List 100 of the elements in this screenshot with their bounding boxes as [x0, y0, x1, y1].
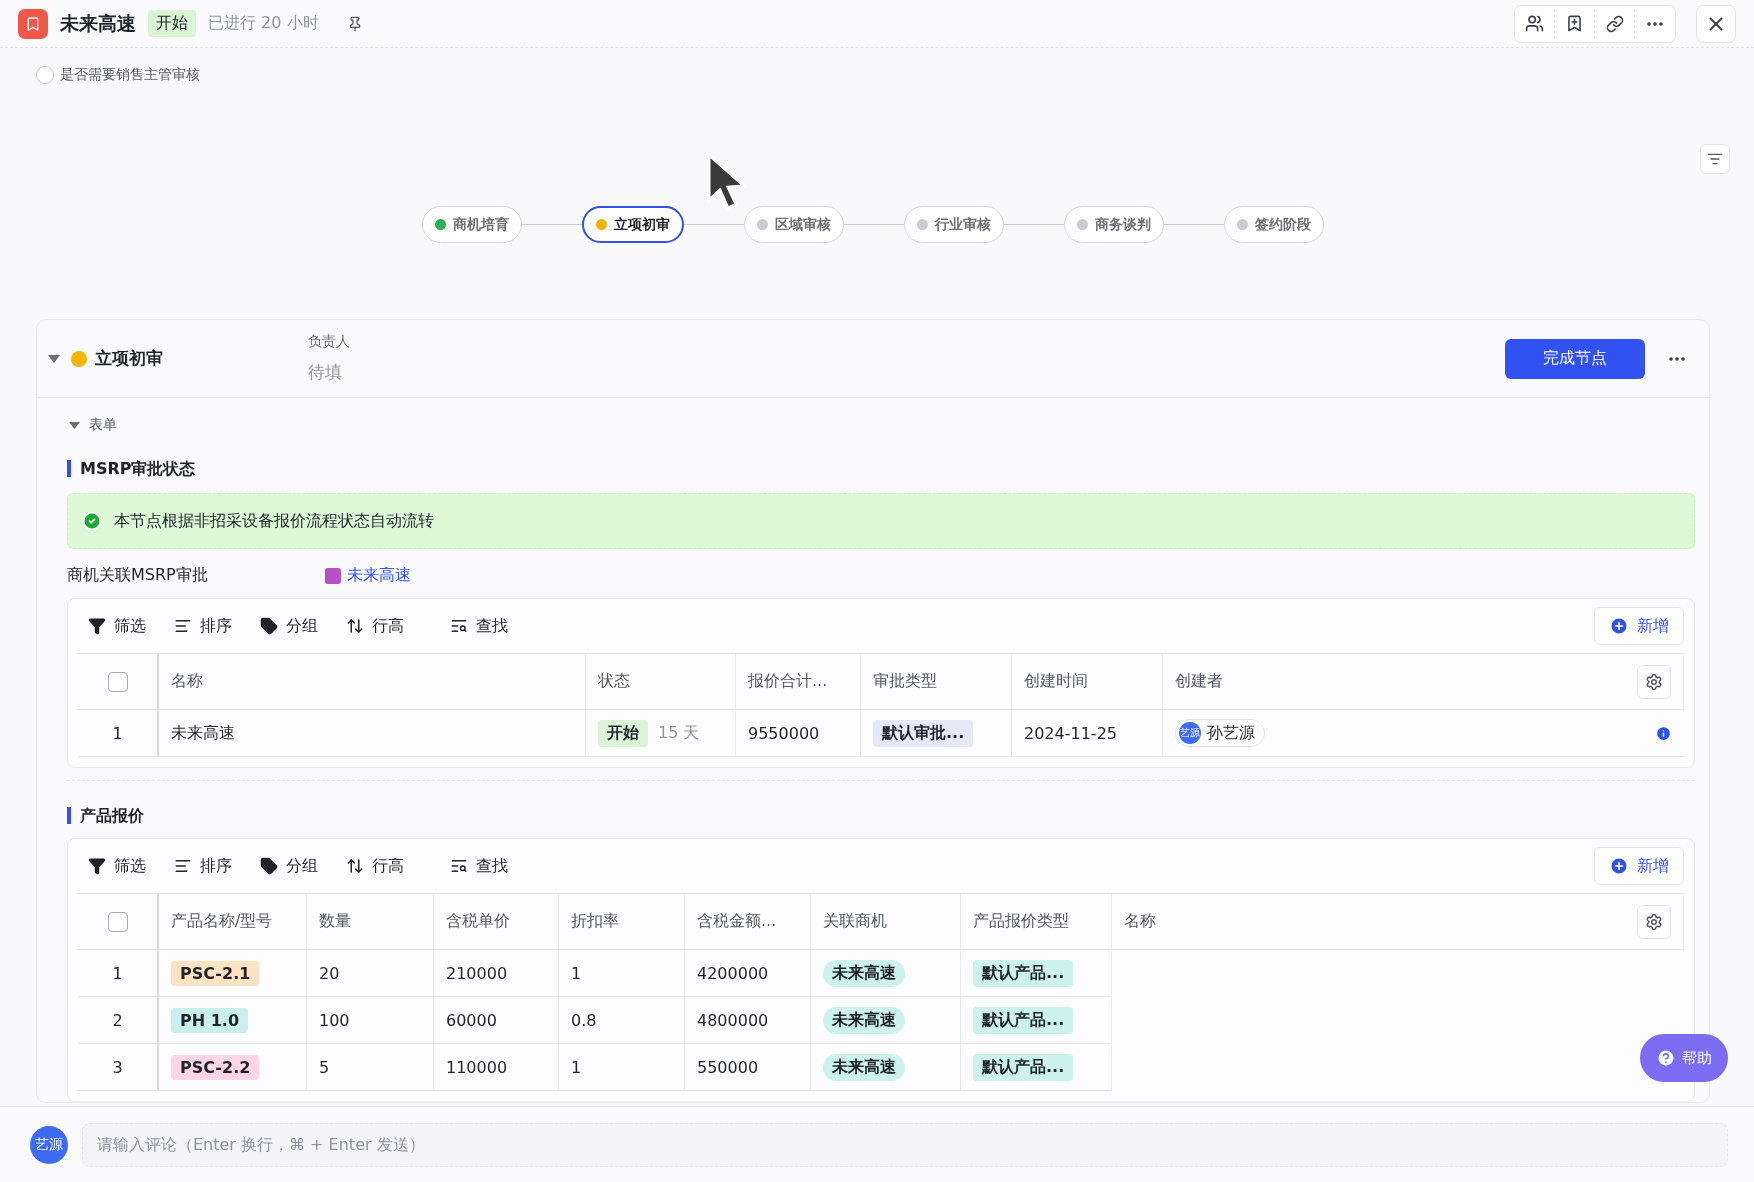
- row-number: 1: [78, 950, 159, 997]
- more-icon: [1669, 356, 1685, 361]
- complete-node-button[interactable]: 完成节点: [1505, 338, 1645, 379]
- close-button[interactable]: [1696, 4, 1736, 43]
- section-title: MSRP审批状态: [67, 460, 1695, 477]
- filter-button[interactable]: 筛选: [88, 855, 146, 877]
- table-cell: 5: [307, 1044, 434, 1091]
- arrows-icon: [346, 857, 364, 875]
- column-header: 数量: [319, 911, 351, 932]
- find-button[interactable]: 查找: [450, 855, 508, 877]
- type-tag: 默认审批...: [873, 719, 974, 747]
- table-cell: 未来高速: [159, 710, 586, 757]
- stage-pill[interactable]: 签约阶段: [1224, 206, 1324, 243]
- column-header: 含税金额...: [697, 911, 777, 932]
- status-tag: 开始: [148, 10, 196, 37]
- sort-button[interactable]: 排序: [174, 855, 232, 877]
- group-button[interactable]: 分组: [260, 615, 318, 637]
- column-header: 名称: [171, 671, 203, 692]
- group-button[interactable]: 分组: [260, 855, 318, 877]
- search-icon: [450, 617, 468, 635]
- find-button[interactable]: 查找: [450, 615, 508, 637]
- sort-button[interactable]: 排序: [174, 615, 232, 637]
- table-cell: 1: [559, 1044, 685, 1091]
- row-height-button[interactable]: 行高: [346, 855, 404, 877]
- checkbox-label: 是否需要销售主管审核: [60, 66, 200, 84]
- table-cell: 9550000: [736, 710, 861, 757]
- lines-icon: [174, 857, 192, 875]
- column-header: 含税单价: [446, 911, 510, 932]
- radio-checkbox[interactable]: [36, 66, 54, 84]
- row-number: 3: [78, 1044, 159, 1091]
- column-header: 创建者: [1175, 671, 1223, 692]
- funnel-icon: [88, 857, 106, 875]
- opportunity-tag: 未来高速: [823, 1006, 905, 1034]
- record-title: 未来高速: [60, 10, 136, 36]
- column-header: 产品名称/型号: [171, 911, 273, 932]
- settings-button[interactable]: [1637, 664, 1671, 699]
- more-icon: [1647, 21, 1663, 26]
- bookmark-icon: [25, 15, 41, 32]
- row-height-button[interactable]: 行高: [346, 615, 404, 637]
- duration-text: 15 天: [658, 722, 700, 744]
- row-number: 1: [78, 710, 159, 757]
- table-cell: 4200000: [685, 950, 811, 997]
- table-cell: 20: [307, 950, 434, 997]
- stage-pill[interactable]: 商机培育: [422, 206, 522, 243]
- notice-text: 本节点根据非招采设备报价流程状态自动流转: [114, 510, 434, 532]
- column-header: 报价合计...: [748, 671, 828, 692]
- record-link[interactable]: 未来高速: [325, 565, 411, 586]
- stage-pill[interactable]: 行业审核: [904, 206, 1004, 243]
- add-button[interactable]: 新增: [1594, 847, 1684, 885]
- checkbox[interactable]: [107, 911, 128, 932]
- add-button[interactable]: 新增: [1594, 607, 1684, 645]
- filter-button[interactable]: 筛选: [88, 615, 146, 637]
- bookmark-plus-icon: [1565, 14, 1584, 33]
- type-tag: 默认产品...: [973, 959, 1074, 987]
- table-cell: 210000: [434, 950, 559, 997]
- user-avatar: 艺源: [30, 1125, 68, 1164]
- product-tag: PH 1.0: [171, 1007, 249, 1033]
- lines-icon: [174, 617, 192, 635]
- table-cell: 60000: [434, 997, 559, 1044]
- link-icon: [1605, 14, 1624, 33]
- help-button[interactable]: 帮助: [1640, 1034, 1728, 1082]
- table-cell: 0.8: [559, 997, 685, 1044]
- search-icon: [450, 857, 468, 875]
- gear-icon: [1645, 912, 1663, 931]
- opportunity-tag: 未来高速: [823, 1053, 905, 1081]
- user-avatar: 艺源: [1179, 722, 1201, 744]
- tag-icon: [260, 857, 278, 875]
- table-cell: 550000: [685, 1044, 811, 1091]
- help-icon: [1656, 1048, 1676, 1068]
- gear-icon: [1645, 672, 1663, 691]
- checkbox[interactable]: [107, 671, 128, 692]
- record-icon: [325, 567, 341, 584]
- info-icon[interactable]: [1655, 724, 1672, 742]
- column-header: 名称: [1124, 911, 1156, 932]
- owner-label: 负责人: [308, 333, 350, 351]
- comment-input[interactable]: 请输入评论（Enter 换行，⌘ + Enter 发送）: [82, 1122, 1728, 1167]
- form-label: 表单: [89, 416, 117, 434]
- type-tag: 默认产品...: [973, 1053, 1074, 1081]
- stage-pill[interactable]: 商务谈判: [1064, 206, 1164, 243]
- section-title: 产品报价: [67, 807, 1695, 824]
- plus-icon: [1609, 616, 1629, 636]
- plus-icon: [1609, 856, 1629, 876]
- arrows-icon: [346, 617, 364, 635]
- funnel-icon: [88, 617, 106, 635]
- column-header: 创建时间: [1024, 671, 1088, 692]
- column-header: 产品报价类型: [973, 911, 1069, 932]
- product-tag: PSC-2.2: [171, 1054, 260, 1080]
- people-icon: [1525, 14, 1544, 33]
- stage-pill[interactable]: 立项初审: [582, 206, 684, 243]
- row-number: 2: [78, 997, 159, 1044]
- settings-button[interactable]: [1700, 144, 1730, 174]
- table-cell: 2024-11-25: [1012, 710, 1163, 757]
- settings-button[interactable]: [1637, 904, 1671, 939]
- column-header: 状态: [598, 671, 630, 692]
- elapsed-time: 已进行 20 小时: [208, 13, 319, 34]
- column-header: 审批类型: [873, 671, 937, 692]
- type-tag: 默认产品...: [973, 1006, 1074, 1034]
- table-cell: 1: [559, 950, 685, 997]
- stage-pill[interactable]: 区域审核: [744, 206, 844, 243]
- field-label: 商机关联MSRP审批: [67, 565, 209, 586]
